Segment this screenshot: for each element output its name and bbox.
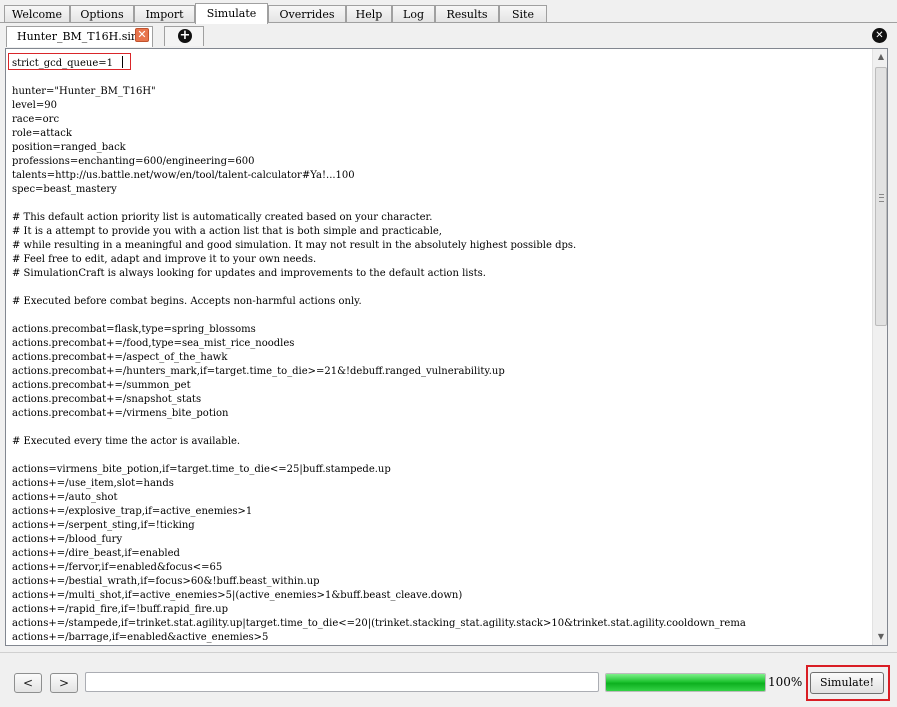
code-line: # This default action priority list is a… <box>12 212 433 223</box>
code-line: # Feel free to edit, adapt and improve i… <box>12 254 317 265</box>
close-tab-icon[interactable]: ✕ <box>135 28 149 42</box>
simc-editor[interactable]: strict_gcd_queue=1 hunter="Hunter_BM_T16… <box>5 48 888 646</box>
progress-fill <box>606 674 765 691</box>
code-line: actions+=/fervor,if=enabled&focus<=65 <box>12 562 223 573</box>
code-line: actions.precombat+=/aspect_of_the_hawk <box>12 352 228 363</box>
code-line: hunter="Hunter_BM_T16H" <box>12 86 156 97</box>
simulation-progress-bar <box>605 673 766 692</box>
forward-button[interactable]: > <box>50 673 78 693</box>
main-tab-bar: Welcome Options Import Simulate Override… <box>0 0 897 24</box>
scroll-up-arrow-icon[interactable]: ▲ <box>873 49 887 65</box>
code-line: actions+=/auto_shot <box>12 492 118 503</box>
code-line: strict_gcd_queue=1 <box>12 58 114 69</box>
code-line: actions.precombat+=/summon_pet <box>12 380 191 391</box>
tab-site[interactable]: Site <box>499 5 547 22</box>
code-line: role=attack <box>12 128 72 139</box>
progress-percent: 100% <box>768 675 803 689</box>
add-tab-button[interactable]: + <box>164 26 204 46</box>
code-line: # SimulationCraft is always looking for … <box>12 268 486 279</box>
code-line: # Executed before combat begins. Accepts… <box>12 296 362 307</box>
editor-text[interactable]: strict_gcd_queue=1 hunter="Hunter_BM_T16… <box>12 57 872 645</box>
code-line: professions=enchanting=600/engineering=6… <box>12 156 255 167</box>
tab-log[interactable]: Log <box>392 5 435 22</box>
code-line: # while resulting in a meaningful and go… <box>12 240 577 251</box>
tab-simulate[interactable]: Simulate <box>195 3 268 24</box>
scroll-thumb[interactable] <box>875 67 887 326</box>
scroll-down-arrow-icon[interactable]: ▼ <box>873 629 887 645</box>
plus-icon: + <box>178 28 192 43</box>
back-button[interactable]: < <box>14 673 42 693</box>
code-line: actions+=/bestial_wrath,if=focus>60&!buf… <box>12 576 320 587</box>
code-line: talents=http://us.battle.net/wow/en/tool… <box>12 170 355 181</box>
code-line: level=90 <box>12 100 57 111</box>
code-line: actions+=/barrage,if=enabled&active_enem… <box>12 632 269 643</box>
close-all-icon[interactable]: ✕ <box>872 28 887 43</box>
code-line: actions.precombat=flask,type=spring_blos… <box>12 324 256 335</box>
code-line: actions+=/dire_beast,if=enabled <box>12 548 180 559</box>
grip-icon <box>879 194 884 202</box>
tab-bar-divider <box>0 22 897 23</box>
vertical-scrollbar[interactable]: ▲ ▼ <box>872 49 887 645</box>
address-input[interactable] <box>85 672 599 692</box>
code-line: actions+=/use_item,slot=hands <box>12 478 174 489</box>
code-line: position=ranged_back <box>12 142 126 153</box>
tab-welcome[interactable]: Welcome <box>4 5 70 22</box>
tab-import[interactable]: Import <box>134 5 195 22</box>
tab-overrides[interactable]: Overrides <box>268 5 346 22</box>
tab-help[interactable]: Help <box>346 5 392 22</box>
doc-tab-hunter-bm[interactable]: Hunter_BM_T16H.simc <box>6 26 153 47</box>
bottom-divider <box>0 652 897 653</box>
tab-options[interactable]: Options <box>70 5 134 22</box>
code-line: actions+=/explosive_trap,if=active_enemi… <box>12 506 253 517</box>
simulate-button[interactable]: Simulate! <box>810 672 884 694</box>
code-line: actions.precombat+=/snapshot_stats <box>12 394 202 405</box>
code-line: spec=beast_mastery <box>12 184 117 195</box>
code-line: actions+=/stampede,if=trinket.stat.agili… <box>12 618 746 629</box>
code-line: actions+=/rapid_fire,if=!buff.rapid_fire… <box>12 604 228 615</box>
code-line: actions+=/serpent_sting,if=!ticking <box>12 520 195 531</box>
code-line: actions=virmens_bite_potion,if=target.ti… <box>12 464 391 475</box>
code-line: # It is a attempt to provide you with a … <box>12 226 442 237</box>
doc-tab-label: Hunter_BM_T16H.simc <box>17 30 148 43</box>
code-line: # Executed every time the actor is avail… <box>12 436 241 447</box>
code-line: actions.precombat+=/food,type=sea_mist_r… <box>12 338 295 349</box>
code-line: actions.precombat+=/virmens_bite_potion <box>12 408 229 419</box>
code-line: actions+=/multi_shot,if=active_enemies>5… <box>12 590 463 601</box>
code-line: race=orc <box>12 114 60 125</box>
code-line: actions.precombat+=/hunters_mark,if=targ… <box>12 366 505 377</box>
code-line: actions+=/blood_fury <box>12 534 123 545</box>
tab-results[interactable]: Results <box>435 5 499 22</box>
